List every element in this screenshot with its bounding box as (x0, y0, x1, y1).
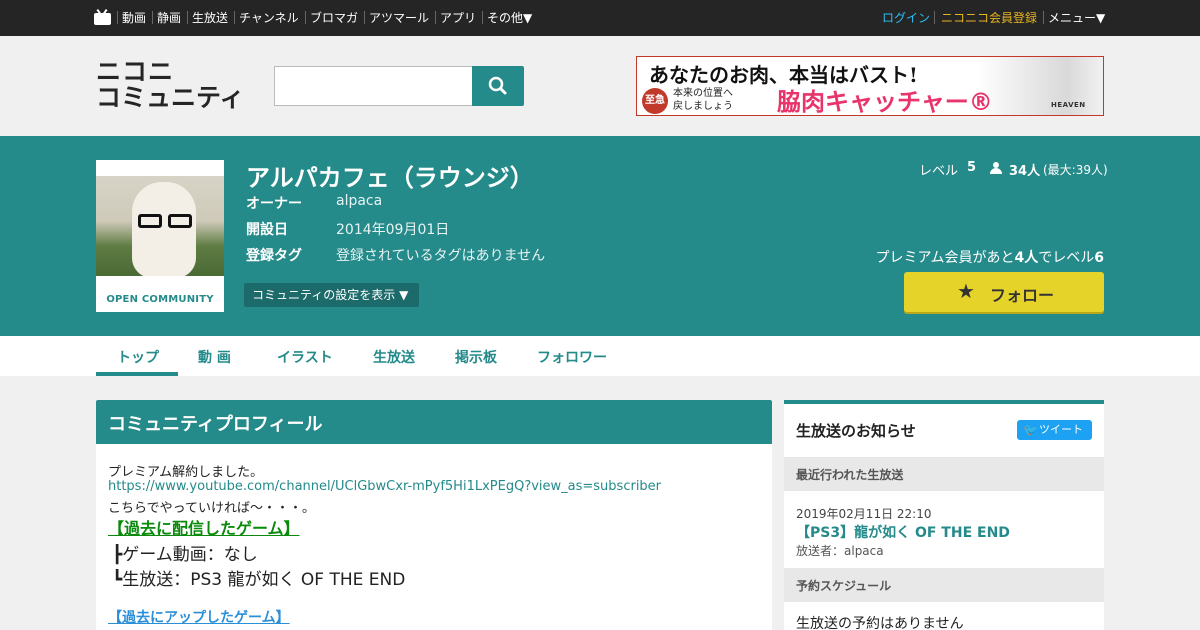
live-notice-title: 生放送のお知らせ (796, 422, 916, 440)
nav-douga[interactable]: 動画 (122, 10, 146, 26)
tab-live[interactable]: 生放送 (373, 347, 415, 367)
ad-product: 脇肉キャッチャー® (777, 88, 993, 116)
nav-atsumaru[interactable]: アツマール (369, 10, 429, 26)
ad-badge: 至急 (642, 88, 668, 114)
nav-app[interactable]: アプリ (440, 10, 476, 26)
nav-seiga[interactable]: 静画 (157, 10, 181, 26)
owner-label: オーナー (246, 196, 302, 212)
opened-label: 開設日 (246, 222, 288, 238)
ad-subtext: 本来の位置へ 戻しましょう (673, 87, 733, 113)
open-community-label: OPEN COMMUNITY (106, 294, 214, 305)
search-input[interactable] (274, 66, 473, 106)
niconico-tv-icon[interactable] (94, 8, 111, 25)
member-count: 34人 (1009, 164, 1041, 179)
past-games-heading: 【過去に配信したゲーム】 (108, 519, 300, 538)
twitter-bird-icon: 🐦 (1023, 423, 1038, 437)
niconico-community-logo[interactable]: ニコニ コミュニティ (96, 59, 245, 111)
tab-followers[interactable]: フォロワー (537, 347, 607, 367)
star-icon: ★ (957, 279, 975, 303)
games-live-line: ┗生放送：PS3 龍が如く OF THE END (112, 570, 406, 590)
profile-heading: コミュニティプロフィール (96, 400, 772, 444)
tags-label: 登録タグ (246, 248, 302, 264)
menu-dropdown[interactable]: メニュー▼ (1048, 10, 1105, 26)
community-settings-button[interactable]: コミュニティの設定を表示 ▼ (244, 283, 419, 307)
tweet-label: ツイート (1039, 423, 1083, 436)
member-icon (990, 162, 1002, 174)
recent-live-date: 2019年02月11日 22:10 (796, 507, 932, 521)
tab-video[interactable]: 動 画 (198, 347, 231, 367)
level-value: 5 (967, 160, 977, 175)
schedule-empty: 生放送の予約はありません (796, 616, 964, 630)
login-link[interactable]: ログイン (882, 10, 930, 26)
recent-live-label: 最近行われた生放送 (784, 457, 1104, 491)
nav-blomaga[interactable]: ブロマガ (310, 10, 358, 26)
ad-banner[interactable]: あなたのお肉、本当はバスト! 至急 本来の位置へ 戻しましょう 脇肉キャッチャー… (636, 56, 1104, 116)
profile-line-note: こちらでやっていければ～・・・。 (108, 501, 315, 516)
recent-live-title[interactable]: 【PS3】龍が如く OF THE END (796, 522, 1010, 542)
past-uploads-heading[interactable]: 【過去にアップしたゲーム】 (108, 607, 290, 627)
follow-label: フォロー (990, 286, 1055, 305)
recent-live-caster: 放送者：alpaca (796, 544, 884, 558)
member-max: (最大:39人) (1043, 163, 1108, 177)
logo-line1: ニコニ (96, 57, 175, 86)
register-link[interactable]: ニコニコ会員登録 (941, 10, 1037, 26)
premium-note-count: 4人 (1014, 250, 1039, 266)
nav-live[interactable]: 生放送 (192, 10, 228, 26)
opened-value: 2014年09月01日 (336, 222, 450, 238)
ad-brand: HEAVEN (1051, 101, 1086, 109)
ad-sub-line2: 戻しましょう (673, 101, 733, 112)
profile-line-premium: プレミアム解約しました。 (108, 465, 264, 480)
community-title: アルパカフェ（ラウンジ） (246, 164, 534, 192)
youtube-link[interactable]: https://www.youtube.com/channel/UClGbwCx… (108, 479, 661, 494)
premium-level-note: プレミアム会員があと4人でレベル6 (875, 247, 1104, 267)
global-nav: 動画 静画 生放送 チャンネル ブロマガ アツマール アプリ その他▼ ログイン… (0, 0, 1200, 36)
level-label: レベル (919, 164, 959, 179)
games-video-line: ┣ゲーム動画：なし (112, 545, 258, 565)
active-tab-indicator (96, 372, 178, 376)
follow-button[interactable]: ★ フォロー (904, 272, 1104, 312)
community-thumbnail[interactable]: OPEN COMMUNITY (96, 160, 224, 312)
alpaca-photo (96, 176, 224, 276)
premium-note-middle: でレベル (1038, 250, 1095, 266)
tab-top[interactable]: トップ (117, 347, 159, 367)
tab-illust[interactable]: イラスト (277, 347, 333, 367)
search-button[interactable] (472, 66, 524, 106)
tags-value: 登録されているタグはありません (336, 248, 546, 264)
tab-bbs[interactable]: 掲示板 (455, 347, 497, 367)
logo-line2: コミュニティ (96, 83, 245, 112)
premium-note-prefix: プレミアム会員があと (875, 250, 1015, 266)
ad-sub-line1: 本来の位置へ (673, 88, 733, 99)
search-icon (488, 76, 507, 95)
tweet-button[interactable]: 🐦 ツイート (1017, 420, 1092, 440)
nav-more-dropdown[interactable]: その他▼ (487, 10, 532, 26)
premium-note-level: 6 (1094, 250, 1104, 266)
schedule-label: 予約スケジュール (784, 568, 1104, 602)
owner-value[interactable]: alpaca (336, 193, 382, 209)
nav-channel[interactable]: チャンネル (239, 10, 299, 26)
